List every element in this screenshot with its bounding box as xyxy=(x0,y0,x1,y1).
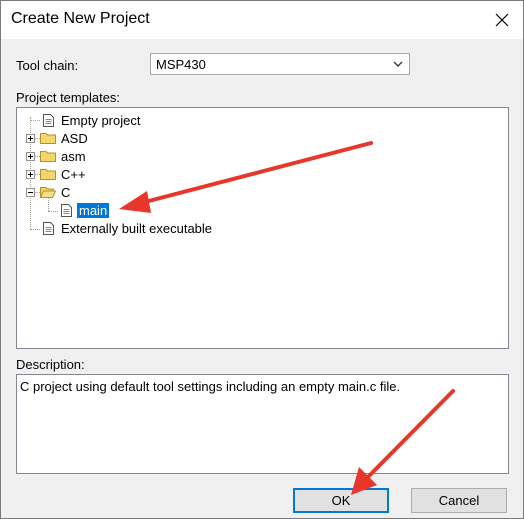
folder-icon xyxy=(40,133,56,144)
description-box: C project using default tool settings in… xyxy=(16,374,509,474)
tree-item-label: Empty project xyxy=(61,113,141,128)
description-text: C project using default tool settings in… xyxy=(20,379,401,394)
tree-item-empty-project[interactable]: Empty project xyxy=(17,111,167,129)
folder-icon xyxy=(40,151,56,162)
file-icon xyxy=(43,222,54,235)
tree-item-label: Externally built executable xyxy=(61,221,213,236)
tool-chain-label: Tool chain: xyxy=(16,58,79,73)
tree-item-asm[interactable]: asm xyxy=(17,147,167,165)
title-bar[interactable]: Create New Project xyxy=(1,1,523,39)
close-button[interactable] xyxy=(487,7,517,33)
cancel-button[interactable]: Cancel xyxy=(411,488,507,513)
tree-item-main[interactable]: main xyxy=(17,201,167,219)
project-templates-label: Project templates: xyxy=(16,90,121,105)
file-icon xyxy=(43,114,54,127)
create-new-project-dialog: Create New Project Tool chain: MSP430 Pr… xyxy=(0,0,524,519)
tree-item-label: asm xyxy=(61,149,86,164)
tree-item-cpp[interactable]: C++ xyxy=(17,165,167,183)
chevron-down-icon xyxy=(393,61,403,67)
tree-item-label: C xyxy=(61,185,71,200)
ok-button[interactable]: OK xyxy=(293,488,389,513)
dialog-title: Create New Project xyxy=(11,10,150,27)
close-icon xyxy=(495,13,509,27)
expand-icon[interactable] xyxy=(26,134,35,143)
tool-chain-select[interactable]: MSP430 xyxy=(150,53,410,75)
expand-icon[interactable] xyxy=(26,152,35,161)
tree-item-asd[interactable]: ASD xyxy=(17,129,167,147)
tree-item-label-selected: main xyxy=(77,203,110,218)
tree-item-externally-built-executable[interactable]: Externally built executable xyxy=(17,219,237,237)
tree-item-label: ASD xyxy=(61,131,88,146)
tool-chain-value: MSP430 xyxy=(156,57,206,72)
collapse-icon[interactable] xyxy=(26,188,35,197)
project-templates-tree[interactable]: Empty project ASD asm C++ C main Externa… xyxy=(16,107,509,349)
folder-open-icon xyxy=(40,187,56,198)
description-label: Description: xyxy=(16,357,85,372)
tree-item-label: C++ xyxy=(61,167,86,182)
tree-item-c[interactable]: C xyxy=(17,183,167,201)
folder-icon xyxy=(40,169,56,180)
file-icon xyxy=(61,204,72,217)
expand-icon[interactable] xyxy=(26,170,35,179)
